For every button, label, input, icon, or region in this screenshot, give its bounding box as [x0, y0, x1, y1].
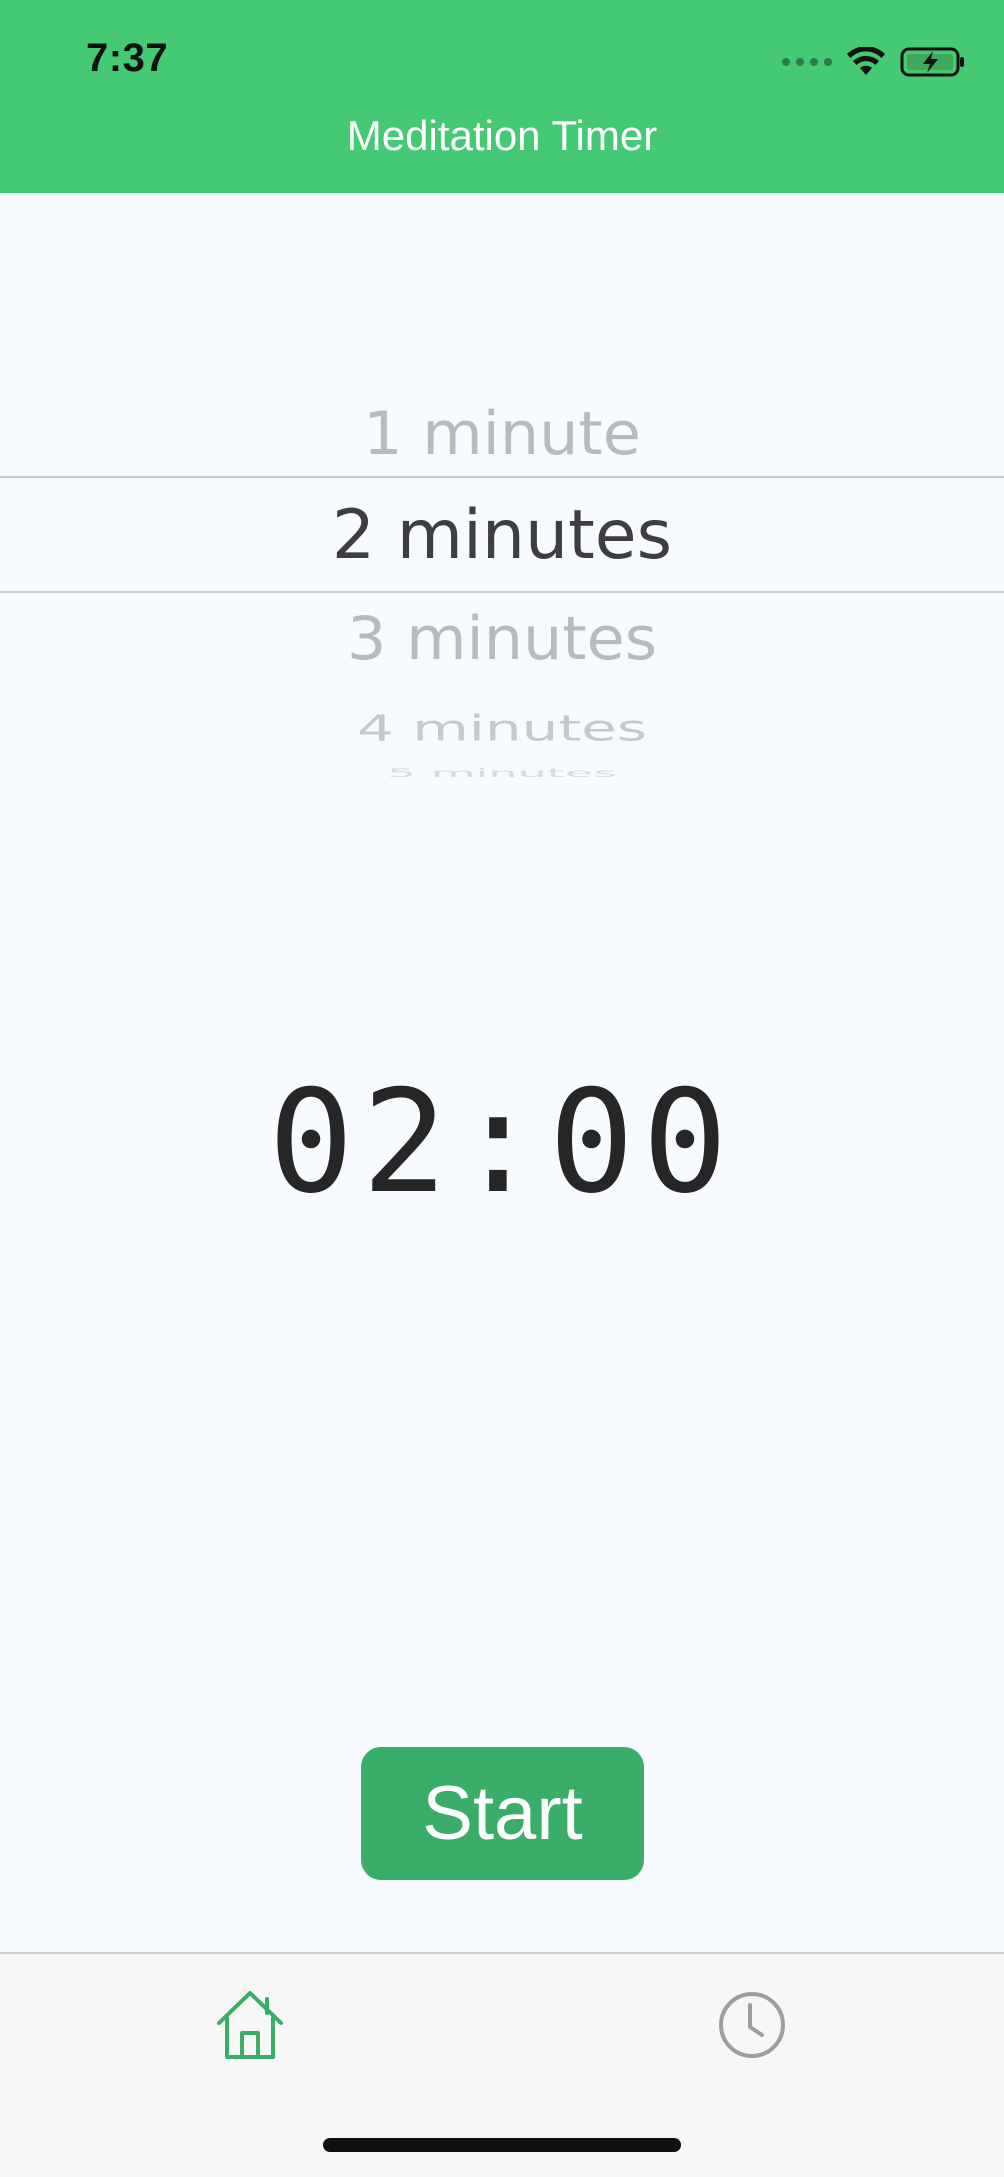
cellular-signal-icon	[782, 58, 832, 66]
navigation-header: 7:37 Meditation Timer	[0, 0, 1004, 193]
countdown-display: 02:00	[268, 1060, 736, 1225]
duration-picker[interactable]: 1 minute 2 minutes 3 minutes 4 minutes 5…	[0, 380, 1004, 780]
page-title: Meditation Timer	[346, 112, 658, 159]
wifi-icon	[847, 47, 885, 75]
picker-option[interactable]: 5 minutes	[0, 766, 1004, 780]
picker-option[interactable]: 4 minutes	[0, 707, 1004, 749]
battery-charging-icon	[900, 47, 964, 77]
status-indicators	[782, 44, 966, 80]
home-icon	[217, 1991, 283, 2059]
picker-option[interactable]: 3 minutes	[0, 603, 1004, 673]
clock-icon	[719, 1992, 785, 2058]
picker-option-selected[interactable]: 2 minutes	[0, 496, 1004, 575]
picker-selection-top-divider	[0, 476, 1004, 478]
picker-option[interactable]: 1 minute	[0, 398, 1004, 468]
start-button[interactable]: Start	[361, 1747, 644, 1880]
tab-history[interactable]	[702, 1980, 802, 2070]
status-time: 7:37	[86, 36, 169, 80]
home-indicator	[323, 2138, 681, 2152]
picker-selection-bottom-divider	[0, 591, 1004, 593]
tab-home[interactable]	[200, 1980, 300, 2070]
